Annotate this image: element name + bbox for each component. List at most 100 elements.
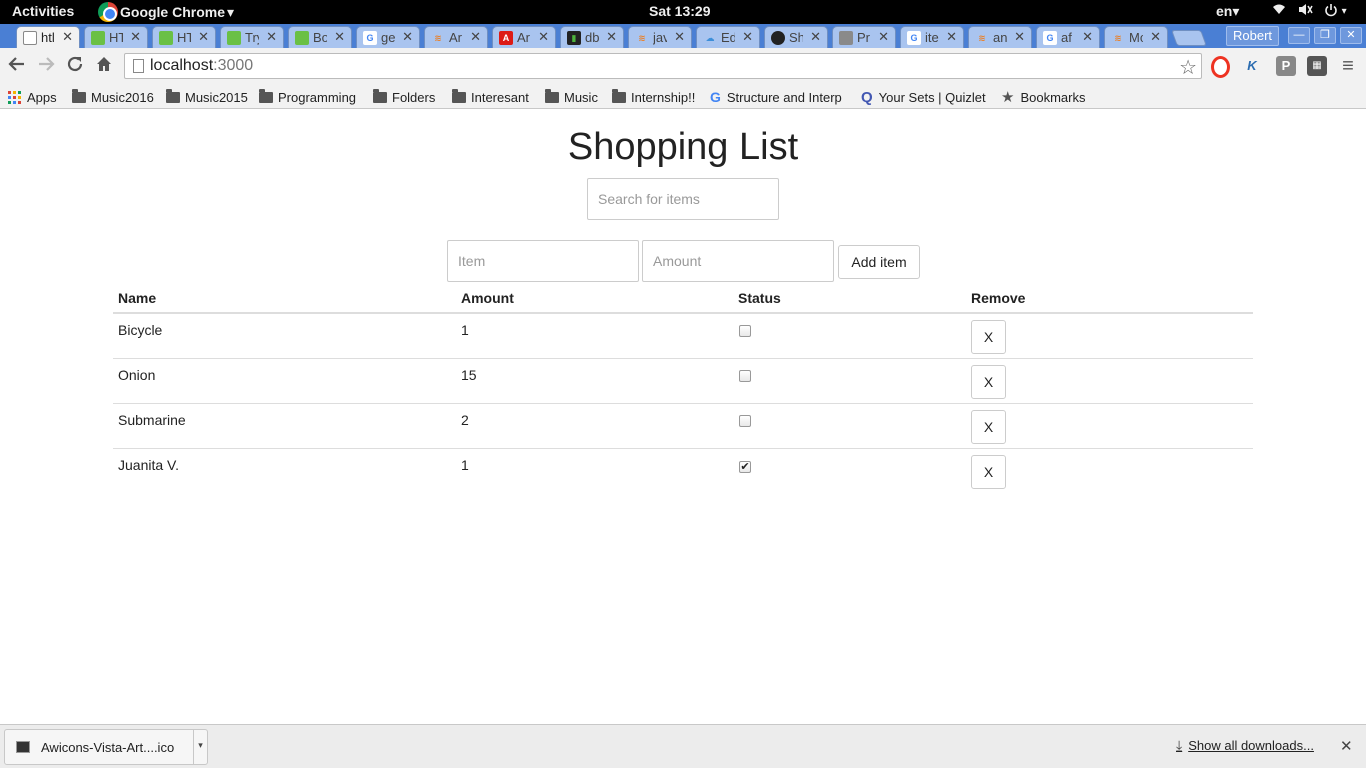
bookmark-item[interactable]: Apps (8, 87, 57, 107)
tab-close-icon[interactable]: ✕ (1082, 29, 1093, 45)
show-all-downloads-link[interactable]: ⤓ Show all downloads... (1176, 737, 1314, 754)
tab-close-icon[interactable]: ✕ (334, 29, 345, 45)
minimize-button[interactable]: — (1288, 27, 1310, 44)
close-shelf-icon[interactable]: ✕ (1340, 737, 1353, 755)
item-amount: 15 (456, 357, 733, 403)
tab-close-icon[interactable]: ✕ (606, 29, 617, 45)
status-checkbox[interactable] (739, 414, 751, 427)
tab-close-icon[interactable]: ✕ (198, 29, 209, 45)
item-amount-input[interactable] (642, 240, 834, 282)
remove-item-button[interactable]: X (971, 364, 1006, 399)
tab-close-icon[interactable]: ✕ (674, 29, 685, 45)
tab-close-icon[interactable]: ✕ (810, 29, 821, 45)
google-icon: G (710, 89, 721, 105)
bookmark-item[interactable]: Music2015 (166, 87, 248, 107)
browser-tab[interactable]: Pr ✕ (832, 26, 896, 48)
bookmark-item[interactable]: Interesant (452, 87, 529, 107)
power-menu[interactable]: ▾ (1324, 3, 1347, 20)
remove-item-button[interactable]: X (971, 320, 1006, 354)
status-cell: ✔ (733, 447, 966, 493)
browser-tab[interactable]: ≋ an ✕ (968, 26, 1032, 48)
browser-toolbar: localhost:3000 ☆ K P ▦ ≡ (0, 48, 1366, 85)
volume-icon[interactable] (1298, 3, 1314, 19)
tab-close-icon[interactable]: ✕ (470, 29, 481, 45)
tab-title: jav (653, 30, 667, 45)
add-item-button[interactable]: Add item (838, 245, 920, 279)
reload-button[interactable] (64, 55, 86, 77)
forward-button[interactable] (35, 55, 57, 77)
close-window-button[interactable]: ✕ (1340, 27, 1362, 44)
item-name: Bicycle (118, 322, 163, 338)
browser-tab[interactable]: Gge ✕ (356, 26, 420, 48)
item-name-input[interactable] (447, 240, 639, 282)
browser-tab[interactable]: Gaf ✕ (1036, 26, 1100, 48)
chrome-menu-icon[interactable]: ≡ (1338, 56, 1358, 76)
home-button[interactable] (93, 55, 115, 77)
folder-icon (166, 88, 180, 103)
bookmark-item[interactable]: Music (545, 87, 598, 107)
tab-close-icon[interactable]: ✕ (946, 29, 957, 45)
opera-extension-icon[interactable] (1211, 56, 1230, 78)
remove-item-button[interactable]: X (971, 409, 1006, 444)
tab-close-icon[interactable]: ✕ (1150, 29, 1161, 45)
tab-close-icon[interactable]: ✕ (266, 29, 277, 45)
kee-extension-icon[interactable]: K (1242, 56, 1262, 76)
app-menu[interactable]: Google Chrome ▾ (98, 0, 234, 24)
browser-tab[interactable]: Try ✕ (220, 26, 284, 48)
column-header-remove: Remove (966, 285, 1253, 314)
bookmark-item[interactable]: Q Your Sets | Quizlet (861, 87, 986, 107)
language-indicator[interactable]: en▾ (1216, 3, 1239, 20)
grid-extension-icon[interactable]: ▦ (1307, 56, 1327, 76)
status-checkbox[interactable] (739, 325, 751, 337)
browser-tab[interactable]: ☁ Ed ✕ (696, 26, 760, 48)
bookmark-item[interactable]: Folders (373, 87, 435, 107)
address-bar[interactable]: localhost:3000 ☆ (124, 53, 1202, 79)
profile-button[interactable]: Robert (1226, 26, 1280, 46)
browser-tab[interactable]: htl ✕ (16, 26, 80, 48)
browser-tab[interactable]: HT ✕ (84, 26, 148, 48)
bookmark-star-icon[interactable]: ☆ (1179, 55, 1197, 80)
clock[interactable]: Sat 13:29 (649, 3, 710, 19)
bookmark-item[interactable]: Internship!! (612, 87, 695, 107)
bookmark-item[interactable]: G Structure and Interp (710, 87, 842, 107)
tab-close-icon[interactable]: ✕ (1014, 29, 1025, 45)
remove-item-button[interactable]: X (971, 454, 1006, 489)
browser-tab[interactable]: ≋ Mc ✕ (1104, 26, 1168, 48)
tab-close-icon[interactable]: ✕ (742, 29, 753, 45)
tab-close-icon[interactable]: ✕ (130, 29, 141, 45)
browser-tab[interactable]: ≋ jav ✕ (628, 26, 692, 48)
language-label: en (1216, 3, 1233, 19)
item-name: Juanita V. (113, 447, 456, 493)
bookmark-label: Music2015 (185, 89, 248, 105)
search-input[interactable] (587, 178, 779, 220)
download-item[interactable]: Awicons-Vista-Art....ico ▾ (4, 729, 208, 765)
browser-tab[interactable]: Bo ✕ (288, 26, 352, 48)
back-button[interactable] (6, 55, 28, 77)
show-all-downloads-label: Show all downloads... (1188, 738, 1314, 753)
bookmark-label: Folders (392, 89, 436, 105)
tab-close-icon[interactable]: ✕ (878, 29, 889, 45)
bookmark-item[interactable]: Programming (259, 87, 356, 107)
status-cell (733, 313, 966, 358)
browser-tab[interactable]: Sh ✕ (764, 26, 828, 48)
status-checkbox[interactable] (739, 369, 751, 382)
tab-title: Ar (517, 30, 530, 45)
activities-button[interactable]: Activities (12, 3, 74, 19)
wifi-icon[interactable] (1272, 3, 1286, 18)
maximize-button[interactable]: ❐ (1314, 27, 1336, 44)
browser-tab[interactable]: ≋ Ar ✕ (424, 26, 488, 48)
bookmark-item[interactable]: ★ Bookmarks (1001, 87, 1085, 107)
status-checkbox[interactable]: ✔ (739, 460, 751, 473)
p-extension-icon[interactable]: P (1276, 56, 1296, 76)
browser-tab[interactable]: A Ar ✕ (492, 26, 556, 48)
tab-close-icon[interactable]: ✕ (402, 29, 413, 45)
bookmark-item[interactable]: Music2016 (72, 87, 154, 107)
browser-tab[interactable]: Gite ✕ (900, 26, 964, 48)
download-menu-arrow-icon[interactable]: ▾ (193, 730, 207, 764)
tab-close-icon[interactable]: ✕ (538, 29, 549, 45)
browser-tab[interactable]: HT ✕ (152, 26, 216, 48)
tab-close-icon[interactable]: ✕ (62, 29, 73, 45)
new-tab-button[interactable] (1171, 30, 1207, 46)
browser-tab[interactable]: ▮ db ✕ (560, 26, 624, 48)
remove-cell: X (966, 447, 1253, 493)
